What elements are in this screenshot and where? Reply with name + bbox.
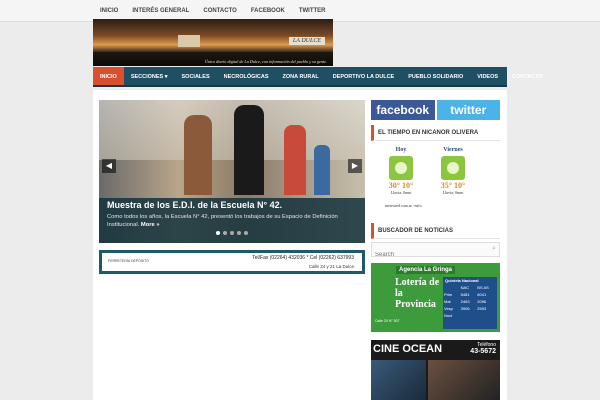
quiniela-table: Quiniela Nacional NAC BS AS Prim 5481 6041 … (443, 277, 497, 329)
nav-item-sociales[interactable]: SOCIALES (175, 67, 217, 85)
cinema-poster-image (428, 360, 500, 400)
lottery-ad[interactable]: Agencia La Gringa Lotería de la Provinci… (371, 263, 500, 332)
quiniela-title: Quiniela Nacional (445, 278, 479, 283)
header-banner[interactable]: LA DULCE Único diario digital de La Dulc… (93, 19, 333, 66)
nav-item-videos[interactable]: VIDEOS (470, 67, 505, 85)
sun-icon (441, 156, 465, 180)
quiniela-cell: 2463 (460, 299, 470, 304)
quiniela-cell: Mat (444, 299, 451, 304)
nav-item-secciones[interactable]: SECCIONES ▾ (124, 67, 175, 85)
banner-house-image (178, 35, 200, 47)
hardware-store-ad[interactable]: FERRETERÍA DEPÓSITO Tel/Fax (02264) 4320… (99, 250, 365, 274)
slide-caption: Muestra de los E.D.I. de la Escuela N° 4… (99, 198, 365, 243)
facebook-button[interactable]: facebook (371, 100, 435, 120)
quiniela-col-header: BS AS (477, 285, 489, 290)
sun-icon (389, 156, 413, 180)
quiniela-cell: 5481 (460, 292, 470, 297)
nav-item-necrologicas[interactable]: NECROLÓGICAS (217, 67, 276, 85)
nav-item-inicio[interactable]: INICIO (93, 67, 124, 85)
slide-person (184, 115, 212, 195)
nav-item-zona-rural[interactable]: ZONA RURAL (276, 67, 326, 85)
featured-slider[interactable]: ◀ ▶ Muestra de los E.D.I. de la Escuela … (99, 100, 365, 243)
slide-person (234, 105, 264, 195)
table-row: Vesp 3906 2593 (443, 305, 497, 312)
weather-temp: 35° 10° (440, 181, 466, 190)
site-logo: LA DULCE (288, 37, 325, 45)
site-tagline: Único diario digital de La Dulce, con in… (204, 59, 327, 64)
nav-item-pueblo-solidario[interactable]: PUEBLO SOLIDARIO (401, 67, 470, 85)
nav-item-contacto[interactable]: CONTACTO (505, 67, 550, 85)
cinema-poster-image (371, 360, 426, 400)
ad-address: Calle 24 y 21 La Dulce (308, 264, 354, 269)
quiniela-cell: Vesp (444, 306, 453, 311)
search-box: ⌕ (371, 242, 500, 262)
search-widget-title: BUSCADOR DE NOTICIAS (371, 223, 500, 239)
search-input[interactable] (372, 248, 482, 262)
weather-widget: Hoy 30° 10° Lluvia: 0mm Viernes 35° 10° … (371, 147, 500, 212)
weather-day-friday: Viernes 35° 10° Lluvia: 0mm (433, 147, 473, 195)
table-row: Noct (443, 312, 497, 319)
slider-dot[interactable] (237, 231, 241, 235)
quiniela-results: NAC BS AS Prim 5481 6041 Mat 2463 2096 Vesp 39… (443, 284, 497, 319)
quiniela-col-header: NAC (460, 285, 470, 290)
quiniela-cell: 2593 (477, 306, 487, 311)
ad-phone: Tel/Fax (02264) 432036 * Cel (02262) 637… (252, 255, 354, 261)
quiniela-cell: 3906 (460, 306, 470, 311)
slider-next-arrow-icon[interactable]: ▶ (348, 159, 362, 173)
main-nav: INICIO SECCIONES ▾ SOCIALES NECROLÓGICAS… (93, 67, 543, 87)
table-row: Mat 2463 2096 (443, 298, 497, 305)
slide-person (284, 125, 306, 195)
lottery-agency: Agencia La Gringa (396, 266, 456, 274)
quiniela-cell: 2096 (477, 299, 487, 304)
quiniela-cell: Prim (444, 292, 453, 297)
weather-source-link[interactable]: meteored.com.ar +info (385, 203, 422, 208)
weather-temp: 30° 10° (388, 181, 414, 190)
weather-rain: Lluvia: 0mm (442, 190, 464, 195)
quiniela-cell (460, 312, 477, 319)
quiniela-header-row: NAC BS AS (443, 284, 497, 291)
slider-dot[interactable] (216, 231, 220, 235)
twitter-button[interactable]: twitter (436, 100, 500, 120)
slider-dot[interactable] (230, 231, 234, 235)
slider-dots (99, 222, 365, 240)
slide-person (314, 145, 330, 195)
slide-title[interactable]: Muestra de los E.D.I. de la Escuela N° 4… (107, 200, 282, 210)
cinema-title: CINE OCEAN (373, 343, 443, 355)
lottery-title: Lotería de la Provincia (395, 277, 440, 310)
quiniela-cell: 6041 (477, 292, 487, 297)
lottery-address: Calle 20 N° 507 (375, 319, 400, 323)
slider-dot[interactable] (223, 231, 227, 235)
cinema-phone: Teléfono 43-5672 (470, 342, 496, 355)
cinema-phone-number: 43-5672 (470, 348, 496, 355)
table-row: Prim 5481 6041 (443, 291, 497, 298)
quiniela-cell (476, 312, 497, 319)
ad-store-name: FERRETERÍA DEPÓSITO (108, 259, 149, 263)
slider-prev-arrow-icon[interactable]: ◀ (102, 159, 116, 173)
search-icon[interactable]: ⌕ (492, 245, 496, 253)
social-buttons: facebook twitter (371, 100, 500, 120)
weather-day-name: Viernes (443, 147, 463, 153)
cinema-ad[interactable]: CINE OCEAN Teléfono 43-5672 (371, 340, 500, 400)
weather-rain: Lluvia: 0mm (390, 190, 412, 195)
weather-widget-title: EL TIEMPO EN NICANOR OLIVERA (371, 125, 500, 141)
quiniela-cell: Noct (444, 313, 453, 318)
slider-dot[interactable] (244, 231, 248, 235)
nav-item-deportivo[interactable]: DEPORTIVO LA DULCE (326, 67, 402, 85)
weather-day-name: Hoy (395, 147, 407, 153)
weather-day-today: Hoy 30° 10° Lluvia: 0mm (381, 147, 421, 195)
